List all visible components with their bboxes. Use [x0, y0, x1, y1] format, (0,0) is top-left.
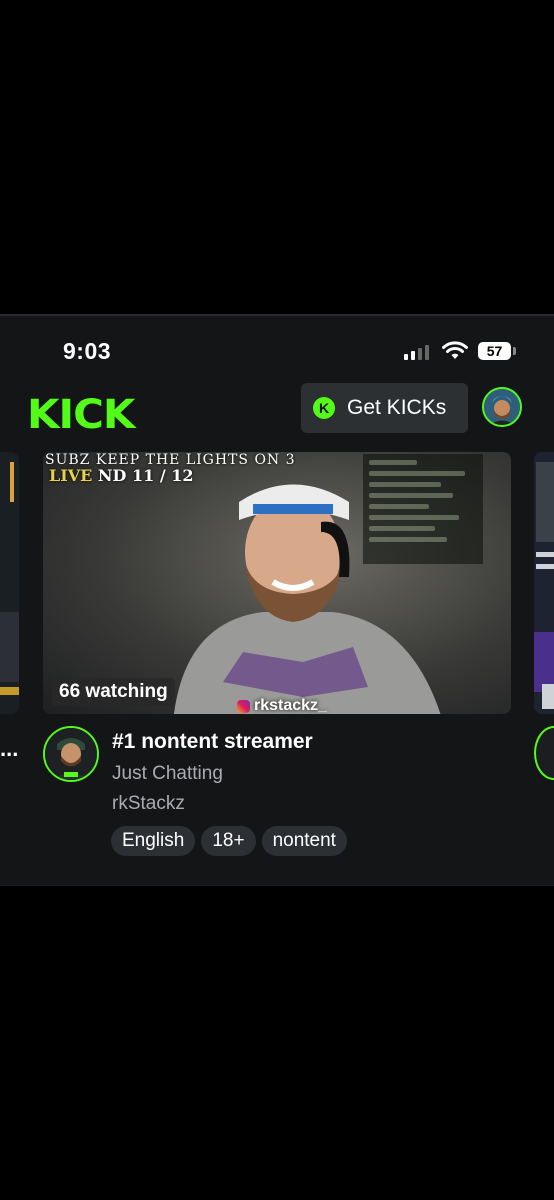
overlay-handle-text: rkstackz_ [254, 697, 327, 714]
battery-tip [513, 347, 516, 355]
stream-category[interactable]: Just Chatting [112, 763, 223, 785]
previous-stream-card[interactable] [0, 452, 19, 714]
signal-icon [404, 345, 429, 360]
status-time: 9:03 [63, 338, 112, 364]
get-kicks-button[interactable]: K Get KICKs [301, 383, 468, 433]
next-card-avatar[interactable] [534, 726, 554, 780]
stream-title[interactable]: #1 nontent streamer [112, 730, 313, 754]
overlay-live-word: LIVE [49, 466, 93, 485]
instagram-icon [237, 699, 250, 713]
channel-avatar[interactable] [43, 726, 99, 782]
streamer-image [174, 484, 441, 714]
status-bar: 9:03 57 [0, 316, 554, 386]
kicks-coin-icon: K [313, 397, 335, 419]
next-stream-card[interactable] [534, 452, 554, 714]
tag-chip[interactable]: nontent [261, 826, 347, 856]
battery-icon: 57 [478, 342, 511, 360]
stream-thumbnail[interactable]: SUBZ KEEP THE LIGHTS ON 3 LIVE ND 11 / 1… [43, 452, 511, 714]
stream-tags: English 18+ nontent [111, 826, 347, 856]
kick-logo[interactable]: KICK [27, 392, 135, 438]
tag-chip[interactable]: English [111, 826, 196, 856]
streamer-name[interactable]: rkStackz [112, 793, 185, 815]
overlay-live-row: LIVE ND 11 / 12 [49, 466, 194, 485]
overlay-count: ND 11 / 12 [97, 466, 194, 485]
user-avatar[interactable] [482, 387, 522, 427]
overlay-social-handle: rkstackz_ [237, 697, 327, 714]
viewer-count-badge: 66 watching [52, 678, 175, 706]
tag-chip[interactable]: 18+ [201, 826, 256, 856]
app-screen: 9:03 57 KICK K Get KICKs ... SUBZ KEEP T… [0, 314, 554, 886]
wifi-icon [442, 341, 468, 359]
previous-card-ellipsis: ... [0, 736, 19, 761]
get-kicks-label: Get KICKs [347, 396, 447, 419]
